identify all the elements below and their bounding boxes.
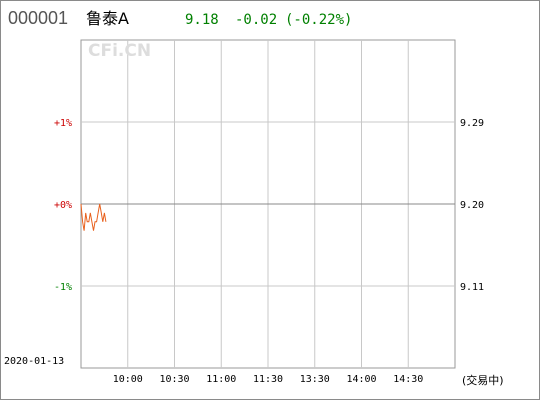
x-tick-label: 10:00 — [113, 374, 143, 385]
trading-status: (交易中) — [462, 373, 504, 387]
x-tick-label: 11:00 — [206, 374, 236, 385]
right-axis-labels: 9.29 9.20 9.11 — [460, 118, 484, 293]
right-tick-label: 9.29 — [460, 118, 484, 129]
x-tick-label: 11:30 — [253, 374, 283, 385]
left-tick-label: -1% — [54, 282, 72, 293]
x-axis-labels: 10:00 10:30 11:00 11:30 13:30 14:00 14:30 — [113, 374, 424, 385]
change-pct-text: (-0.22%) — [285, 12, 352, 28]
left-axis-labels: +1% +0% -1% — [54, 118, 72, 293]
x-tick-label: 10:30 — [159, 374, 189, 385]
intraday-chart: 000001 鲁泰A 9.18 -0.02 (-0.22%) CFi.CN +1… — [4, 8, 504, 387]
left-tick-label: +1% — [54, 118, 72, 129]
left-tick-label: +0% — [54, 200, 72, 211]
right-tick-label: 9.11 — [460, 282, 484, 293]
price-text: 9.18 — [185, 12, 219, 28]
watermark: CFi.CN — [88, 41, 151, 61]
x-tick-label: 14:00 — [346, 374, 376, 385]
date-label: 2020-01-13 — [4, 356, 64, 367]
right-tick-label: 9.20 — [460, 200, 484, 211]
stock-name: 鲁泰A — [86, 9, 129, 28]
x-tick-label: 13:30 — [300, 374, 330, 385]
x-tick-label: 14:30 — [393, 374, 423, 385]
change-text: -0.02 — [235, 12, 277, 28]
stock-code: 000001 — [8, 8, 68, 28]
